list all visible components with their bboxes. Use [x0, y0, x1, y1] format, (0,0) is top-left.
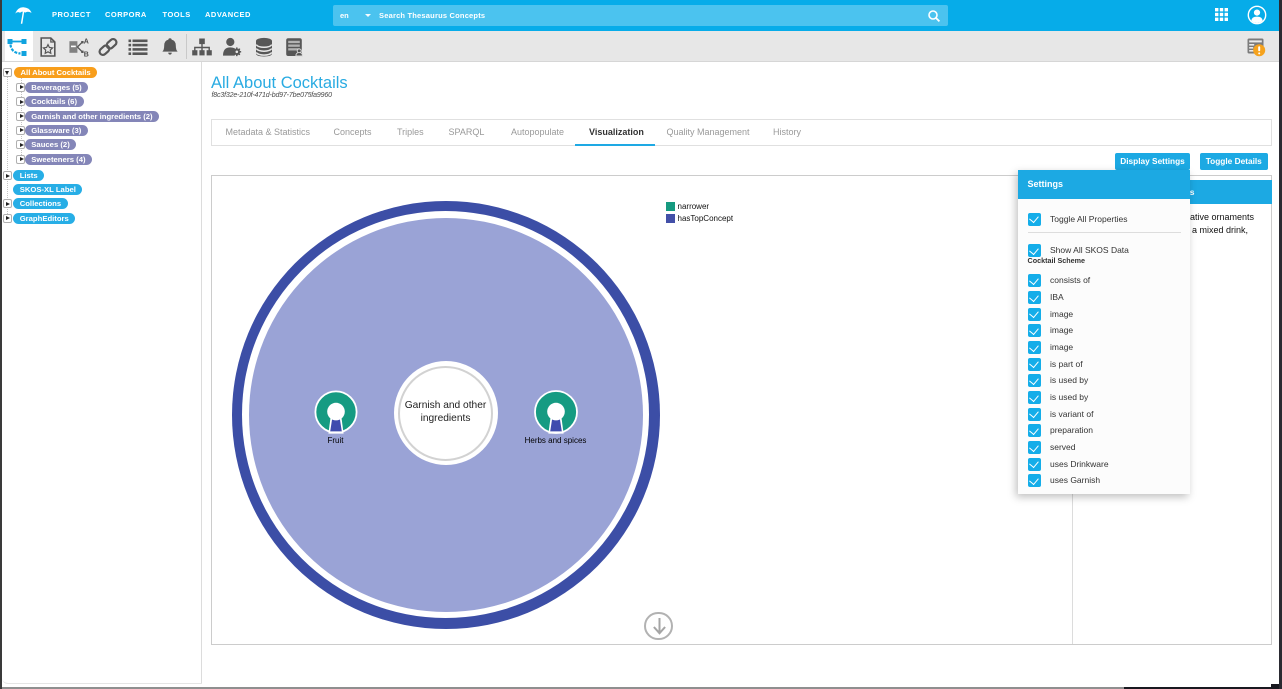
svg-text:A: A	[83, 38, 88, 45]
svg-text:B: B	[83, 51, 88, 58]
